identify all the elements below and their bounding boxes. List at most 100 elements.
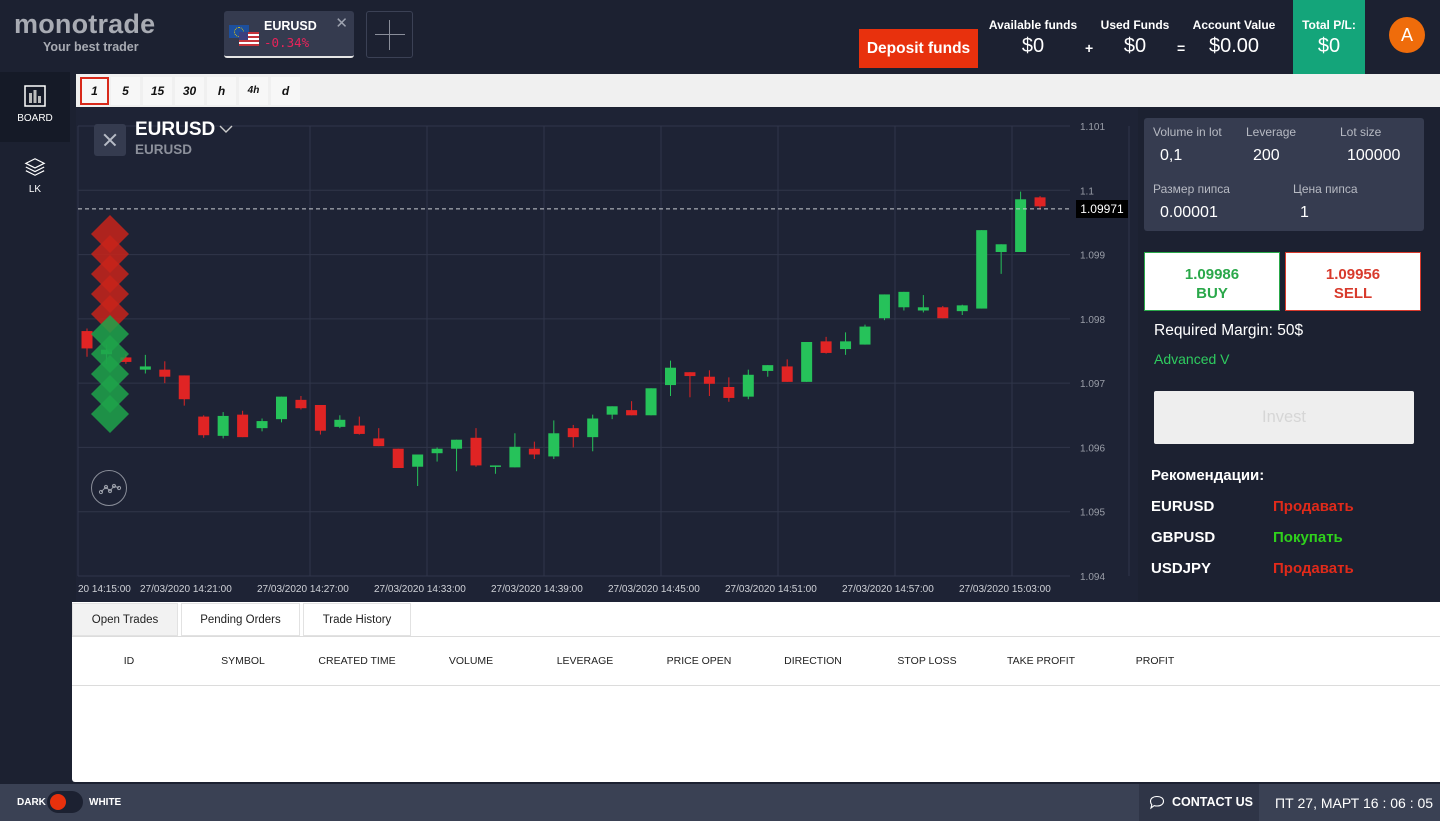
indicator-icon — [98, 483, 122, 495]
column-header-volume[interactable]: VOLUME — [449, 655, 493, 667]
chevron-down-icon[interactable] — [219, 122, 233, 136]
pip-price-value[interactable]: 1 — [1300, 204, 1358, 222]
volume-field[interactable]: Volume in lot 0,1 — [1153, 125, 1222, 165]
leverage-value[interactable]: 200 — [1253, 147, 1296, 165]
chart-symbol-title[interactable]: EURUSD — [135, 119, 215, 141]
pip-price-label: Цена пипса — [1293, 182, 1358, 196]
candle-body — [217, 415, 229, 436]
candle-body — [392, 448, 404, 468]
leverage-field[interactable]: Leverage 200 — [1246, 125, 1296, 165]
candle-body — [781, 366, 793, 382]
current-price-label: 1.09971 — [1076, 200, 1128, 218]
timeframe-15m[interactable]: 15 — [143, 77, 172, 105]
pip-size-value[interactable]: 0.00001 — [1160, 204, 1230, 222]
column-header-take-profit[interactable]: TAKE PROFIT — [1007, 655, 1075, 667]
recommendation-row: EURUSD Продавать — [1151, 498, 1401, 518]
candle-body — [859, 326, 871, 345]
lot-size-label: Lot size — [1340, 125, 1382, 139]
buy-label: BUY — [1196, 285, 1228, 302]
leverage-label: Leverage — [1246, 125, 1297, 139]
add-symbol-tab-button[interactable] — [366, 11, 413, 58]
column-header-price-open[interactable]: PRICE OPEN — [667, 655, 732, 667]
sidebar: BOARD LK — [0, 72, 70, 784]
candle-body — [276, 396, 287, 420]
tab-pending-orders[interactable]: Pending Orders — [181, 603, 300, 636]
lot-size-field[interactable]: Lot size 100000 — [1340, 125, 1400, 165]
total-pl-label: Total P/L: — [1302, 18, 1356, 32]
candle-body — [665, 367, 676, 386]
contact-us-label: CONTACT US — [1172, 795, 1254, 809]
price-chart[interactable]: 1.101 1.1 1.099 1.098 1.097 1.096 1.095 1.094 20… — [76, 108, 1138, 602]
deposit-funds-button[interactable]: Deposit funds — [859, 29, 978, 68]
buy-button[interactable]: 1.09986 BUY — [1144, 252, 1280, 311]
indicators-button[interactable] — [91, 470, 127, 506]
eur-usd-flag-icon — [229, 25, 259, 47]
timeframe-30m[interactable]: 30 — [175, 77, 204, 105]
used-funds: Used Funds $0 — [1098, 18, 1172, 58]
total-pl: Total P/L: $0 — [1293, 0, 1365, 74]
column-header-stop-loss[interactable]: STOP LOSS — [897, 655, 956, 667]
advanced-toggle[interactable]: Advanced V — [1154, 351, 1230, 367]
buy-signal-diamond — [91, 395, 129, 433]
sidebar-item-lk[interactable]: LK — [0, 143, 70, 213]
pip-price-field[interactable]: Цена пипса 1 — [1293, 182, 1358, 222]
candle-body — [626, 410, 638, 416]
timeframe-4h[interactable]: 4h — [239, 77, 268, 105]
sidebar-item-label: BOARD — [17, 113, 53, 124]
recommendation-symbol: USDJPY — [1151, 560, 1212, 577]
logo[interactable]: monotrade Your best trader — [14, 9, 174, 54]
datetime-display: ПТ 27, МАРТ 16 : 06 : 05 — [1275, 795, 1434, 811]
candle-body — [684, 372, 696, 377]
timeframe-bar: 1 5 15 30 h 4h d — [76, 74, 1440, 107]
timeframe-1m[interactable]: 1 — [80, 77, 109, 105]
candle-body — [917, 307, 929, 311]
trades-table-header: ID SYMBOL CREATED TIME VOLUME LEVERAGE P… — [72, 636, 1440, 686]
candle-body — [937, 307, 949, 319]
column-header-created-time[interactable]: CREATED TIME — [318, 655, 395, 667]
candle-body — [470, 437, 482, 466]
symbol-tab-name: EURUSD — [264, 19, 317, 33]
sidebar-item-board[interactable]: BOARD — [0, 72, 70, 142]
column-header-leverage[interactable]: LEVERAGE — [557, 655, 614, 667]
lot-size-value[interactable]: 100000 — [1347, 147, 1400, 165]
toggle-knob — [50, 794, 66, 810]
candle-body — [801, 342, 813, 382]
column-header-symbol[interactable]: SYMBOL — [221, 655, 265, 667]
bar-chart-icon — [24, 85, 46, 107]
volume-value[interactable]: 0,1 — [1160, 147, 1222, 165]
candle-body — [528, 448, 540, 455]
candle-body — [81, 331, 93, 349]
invest-button[interactable]: Invest — [1154, 391, 1414, 444]
y-tick-label: 1.094 — [1080, 572, 1105, 583]
candle-body — [451, 439, 463, 449]
timeframe-1h[interactable]: h — [207, 77, 236, 105]
used-funds-label: Used Funds — [1100, 18, 1170, 32]
account-value-label: Account Value — [1192, 18, 1276, 32]
trades-panel: Open Trades Pending Orders Trade History… — [72, 602, 1440, 782]
x-tick-label: 27/03/2020 14:33:00 — [374, 584, 466, 595]
candle-body — [898, 291, 910, 308]
user-avatar[interactable]: A — [1389, 17, 1425, 53]
column-header-id[interactable]: ID — [124, 655, 135, 667]
symbol-tab-eurusd[interactable]: EURUSD -0.34% ✕ — [224, 11, 354, 58]
pip-size-label: Размер пипса — [1153, 182, 1230, 196]
timeframe-5m[interactable]: 5 — [111, 77, 140, 105]
close-chart-button[interactable] — [94, 124, 126, 156]
tab-open-trades[interactable]: Open Trades — [72, 603, 178, 636]
pip-size-field[interactable]: Размер пипса 0.00001 — [1153, 182, 1230, 222]
column-header-direction[interactable]: DIRECTION — [784, 655, 842, 667]
recommendation-action: Продавать — [1273, 560, 1354, 577]
plus-operator: + — [1085, 40, 1094, 56]
close-icon[interactable]: ✕ — [335, 14, 348, 32]
recommendation-action: Покупать — [1273, 529, 1343, 546]
contact-us-button[interactable]: CONTACT US — [1139, 784, 1259, 821]
candlestick-chart[interactable]: 1.101 1.1 1.099 1.098 1.097 1.096 1.095 1.094 20… — [76, 108, 1138, 602]
dark-theme-label: DARK — [17, 797, 46, 808]
column-header-profit[interactable]: PROFIT — [1136, 655, 1175, 667]
x-tick-label: 27/03/2020 14:45:00 — [608, 584, 700, 595]
tab-trade-history[interactable]: Trade History — [303, 603, 411, 636]
sell-button[interactable]: 1.09956 SELL — [1285, 252, 1421, 311]
theme-toggle[interactable] — [47, 791, 83, 813]
x-tick-label: 27/03/2020 14:51:00 — [725, 584, 817, 595]
timeframe-1d[interactable]: d — [271, 77, 300, 105]
